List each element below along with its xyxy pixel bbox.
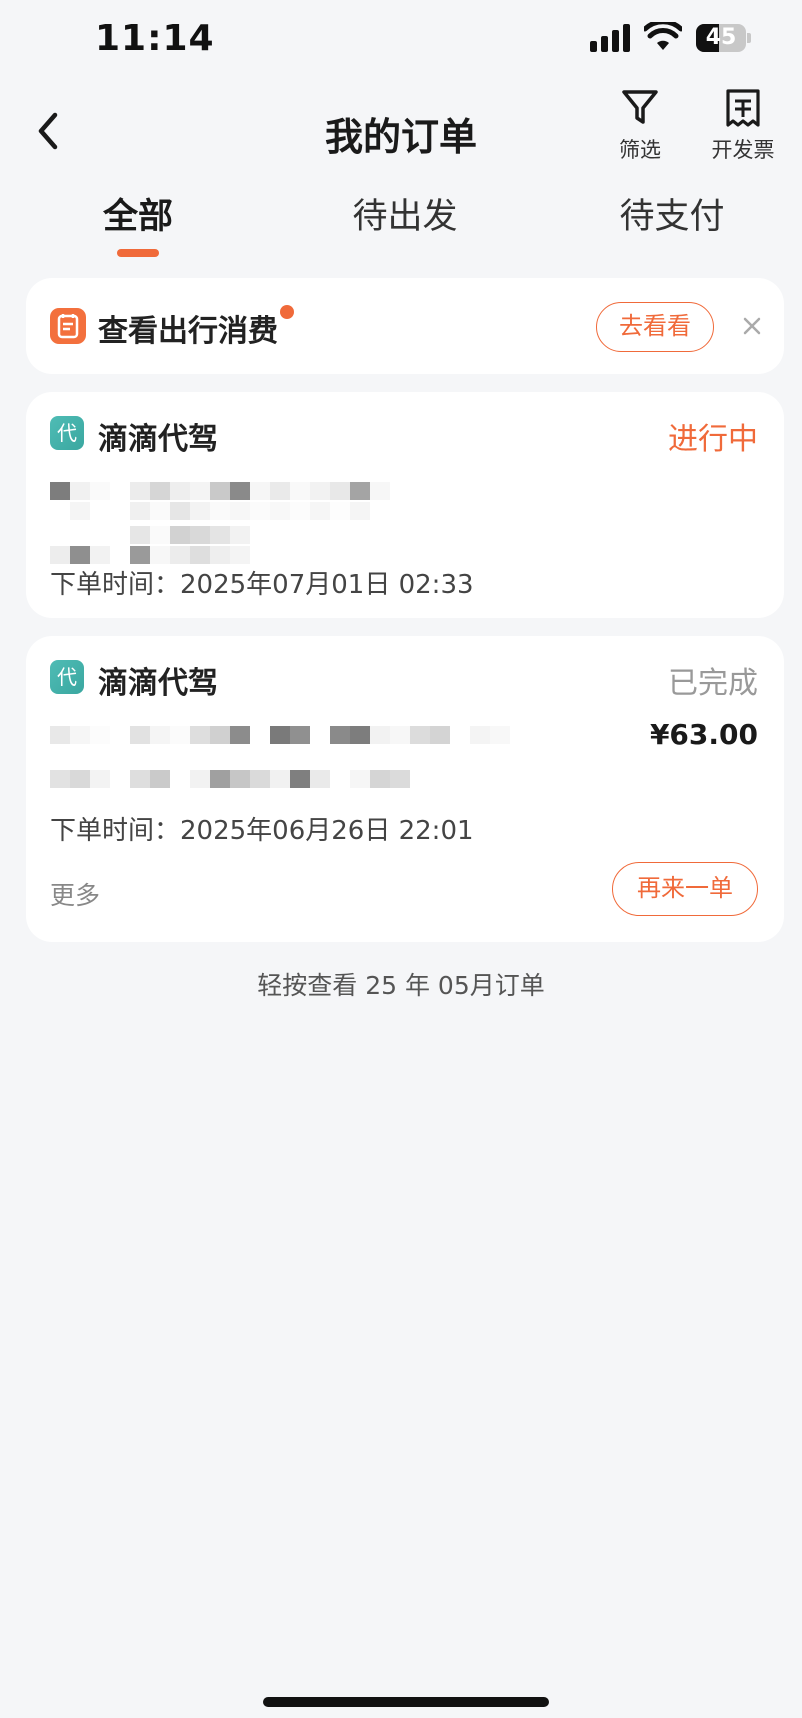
- tab-pending-departure-label: 待出发: [352, 197, 458, 237]
- service-name: 滴滴代驾: [98, 422, 218, 457]
- invoice-label: 开发票: [711, 138, 775, 162]
- expense-icon: [50, 308, 86, 344]
- previous-month-orders-link[interactable]: 轻按查看 25 年 05月订单: [0, 966, 802, 1002]
- battery-icon: 45: [696, 24, 751, 52]
- order-status: 进行中: [668, 422, 758, 457]
- status-time: 11:14: [95, 18, 215, 59]
- order-card[interactable]: 代 滴滴代驾 已完成 ¥63.00 下单时间：2025年06月26日 22:01…: [26, 636, 784, 942]
- tab-pending-payment-label: 待支付: [619, 197, 725, 237]
- designated-driver-badge: 代: [50, 660, 84, 694]
- filter-button[interactable]: 筛选: [600, 88, 680, 178]
- tab-pending-departure[interactable]: 待出发: [305, 188, 505, 239]
- close-button[interactable]: [734, 308, 770, 344]
- invoice-button[interactable]: 开发票: [703, 88, 783, 178]
- travel-expense-title: 查看出行消费: [98, 314, 278, 349]
- battery-cap: [747, 33, 751, 43]
- tab-pending-payment[interactable]: 待支付: [572, 188, 772, 239]
- destination-address-redacted: [50, 526, 250, 548]
- tab-all[interactable]: 全部: [38, 188, 238, 257]
- more-link[interactable]: 更多: [50, 876, 100, 912]
- order-price: ¥63.00: [649, 718, 758, 751]
- destination-address-redacted: [50, 770, 410, 792]
- battery-body: 45: [696, 24, 746, 52]
- designated-driver-badge: 代: [50, 416, 84, 450]
- funnel-icon: [622, 90, 658, 124]
- close-icon: [743, 317, 761, 335]
- page-title: 我的订单: [324, 115, 477, 159]
- filter-label: 筛选: [619, 138, 661, 162]
- order-card[interactable]: 代 滴滴代驾 进行中 下单时间：2025年07月01日 02:33: [26, 392, 784, 618]
- pickup-address-redacted-lower: [50, 502, 370, 524]
- tab-active-indicator: [117, 249, 159, 257]
- order-time: 下单时间：2025年07月01日 02:33: [50, 570, 474, 600]
- battery-level-text: 45: [705, 25, 737, 50]
- wifi-icon: [644, 22, 682, 50]
- pickup-address-redacted: [50, 482, 390, 504]
- travel-expense-card[interactable]: 查看出行消费 去看看: [26, 278, 784, 374]
- invoice-icon: [726, 89, 760, 127]
- notification-dot: [280, 305, 294, 319]
- go-see-button[interactable]: 去看看: [596, 302, 714, 352]
- service-name: 滴滴代驾: [98, 666, 218, 701]
- tab-all-label: 全部: [102, 197, 173, 237]
- order-time: 下单时间：2025年06月26日 22:01: [50, 816, 474, 846]
- nav-bar: 我的订单 筛选 开发票: [0, 80, 802, 180]
- reorder-button[interactable]: 再来一单: [612, 862, 758, 916]
- order-tabs: 全部 待出发 待支付: [0, 188, 802, 260]
- order-status: 已完成: [668, 666, 758, 701]
- signal-icon: [590, 24, 630, 52]
- pickup-address-redacted: [50, 726, 510, 748]
- status-bar: 11:14 45: [0, 0, 802, 80]
- home-indicator: [263, 1697, 549, 1707]
